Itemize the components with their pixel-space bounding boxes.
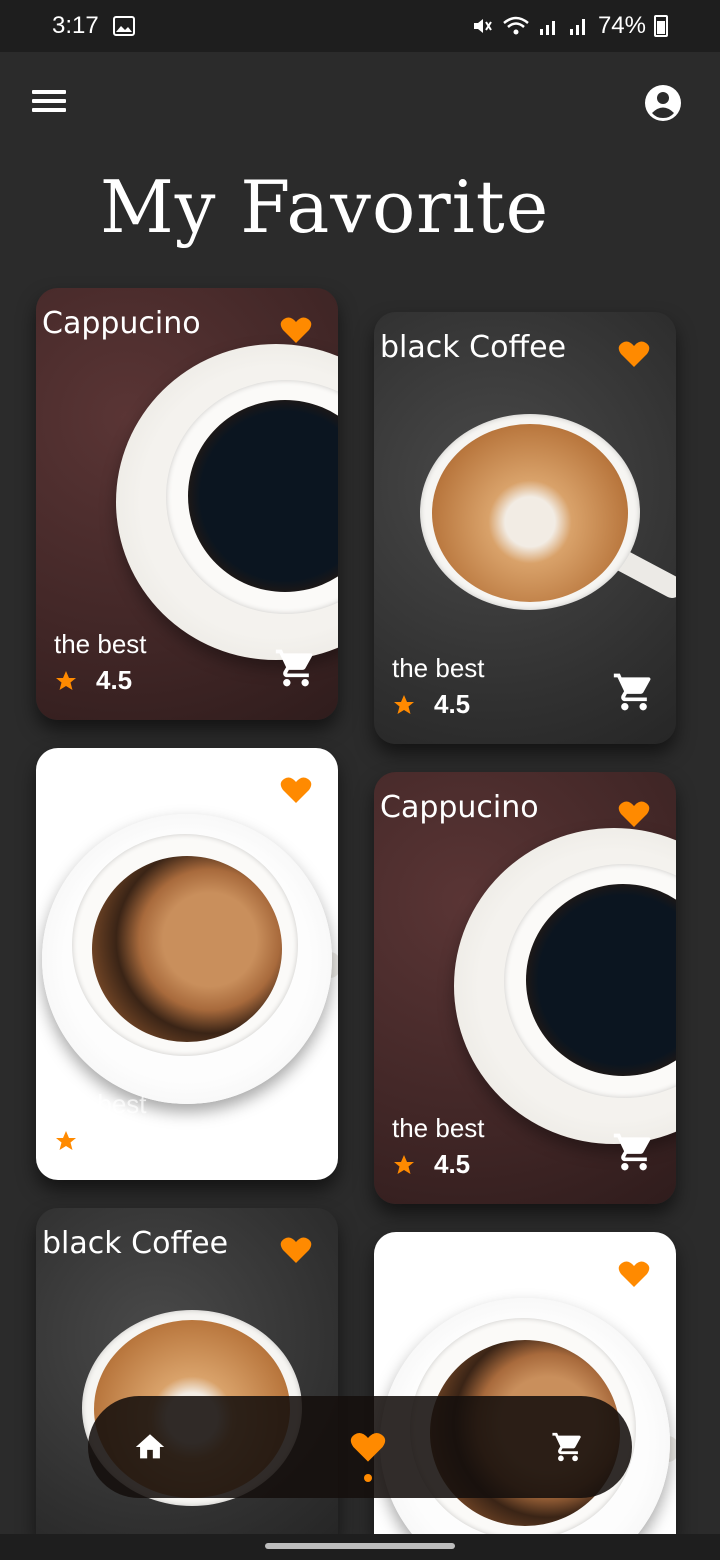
heart-icon[interactable]: [618, 1260, 650, 1288]
add-to-cart-icon[interactable]: [612, 670, 656, 714]
add-to-cart-icon[interactable]: [612, 1130, 656, 1174]
top-app-bar: [0, 52, 720, 152]
rating: 4.5: [54, 665, 132, 696]
battery-icon: [654, 15, 668, 37]
wifi-icon: [503, 16, 529, 35]
card-title: black Coffee: [380, 330, 567, 365]
signal-icon: [539, 21, 555, 35]
star-icon: [56, 1130, 76, 1150]
heart-icon[interactable]: [280, 1236, 312, 1264]
rating: 4.5: [54, 1125, 132, 1156]
rating: 4.5: [392, 689, 470, 720]
card-title: Cappucino: [42, 306, 201, 341]
bottom-navigation: [88, 1396, 632, 1498]
star-icon: [394, 694, 414, 714]
hamburger-menu-icon[interactable]: [32, 90, 66, 116]
active-indicator: [364, 1474, 372, 1482]
heart-icon[interactable]: [350, 1430, 386, 1464]
status-bar: 3:17 74%: [0, 0, 720, 52]
coffee-card[interactable]: black Coffee the best 4.5: [374, 312, 676, 744]
home-gesture-bar[interactable]: [265, 1543, 455, 1549]
rating-value: 4.5: [434, 689, 471, 719]
rating-value: 4.5: [96, 665, 133, 695]
card-title: Cappucino: [380, 790, 539, 825]
mute-icon: [473, 19, 492, 33]
cart-icon[interactable]: [550, 1430, 586, 1464]
signal-icon: [569, 19, 585, 35]
coffee-card[interactable]: Cappucino the best 4.5: [36, 288, 338, 720]
rating-value: 4.5: [434, 1149, 471, 1179]
status-time: 3:17: [52, 12, 99, 39]
image-icon: [112, 16, 135, 36]
battery-percent: 74%: [597, 12, 646, 39]
rating: 4.5: [392, 1149, 470, 1180]
card-subtitle: the best: [54, 629, 147, 659]
star-icon: [56, 670, 76, 690]
card-subtitle: the best: [54, 1089, 147, 1119]
heart-icon[interactable]: [618, 800, 650, 828]
heart-icon[interactable]: [618, 340, 650, 368]
add-to-cart-icon[interactable]: [274, 646, 318, 690]
star-icon: [394, 1154, 414, 1174]
coffee-card[interactable]: Cappucino the best 4.5: [36, 748, 338, 1180]
add-to-cart-icon[interactable]: [274, 1106, 318, 1150]
rating-value: 4.5: [96, 1125, 133, 1155]
heart-icon[interactable]: [280, 776, 312, 804]
card-subtitle: the best: [392, 653, 485, 683]
coffee-card[interactable]: Cappucino the best 4.5: [374, 772, 676, 1204]
page-title: My Favorite: [100, 165, 550, 249]
card-title: Cappucino: [380, 1250, 539, 1285]
card-title: Cappucino: [42, 766, 201, 801]
home-icon[interactable]: [132, 1430, 168, 1464]
heart-icon[interactable]: [280, 316, 312, 344]
card-subtitle: the best: [392, 1113, 485, 1143]
card-title: black Coffee: [42, 1226, 229, 1261]
account-circle-icon[interactable]: [644, 84, 682, 122]
